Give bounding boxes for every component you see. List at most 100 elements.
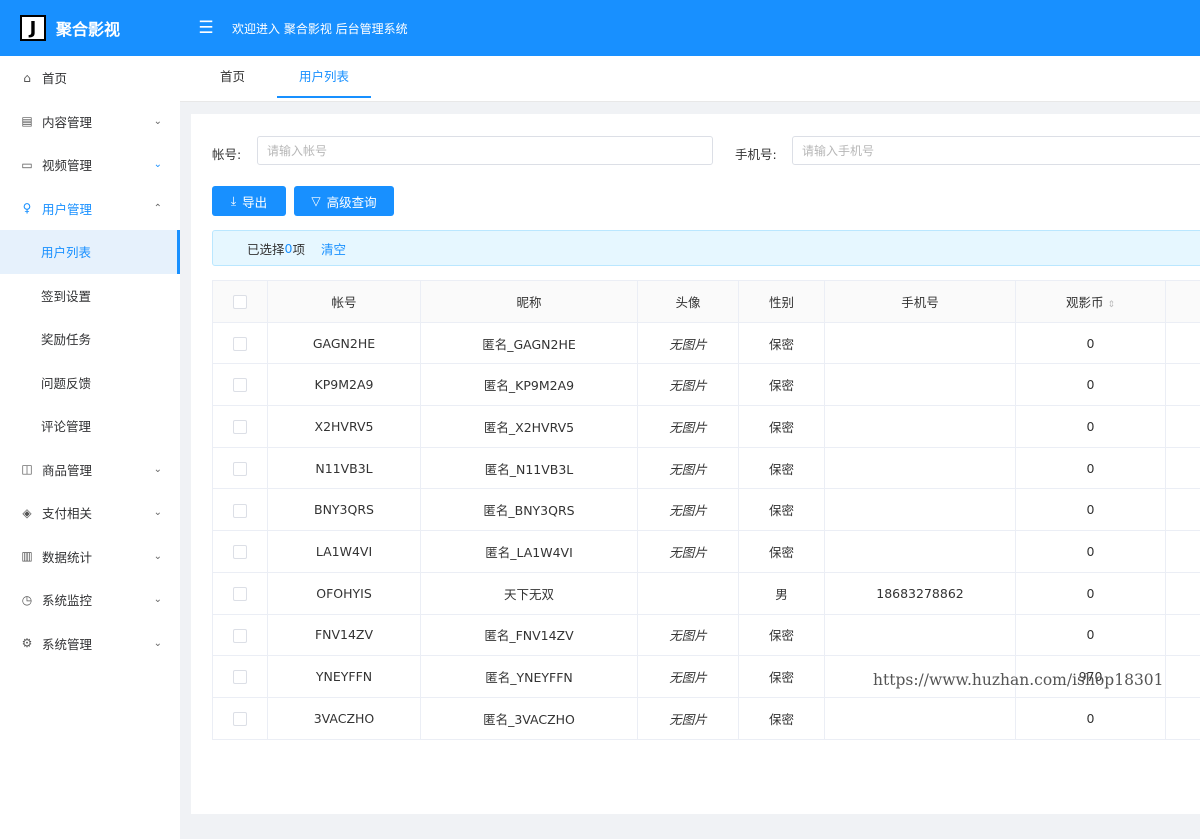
- sidebar-item-payment[interactable]: ◈ 支付相关 ⌄: [0, 491, 180, 535]
- table-header-row: 帐号 昵称 头像 性别 手机号 观影币 ⇕: [212, 280, 1200, 323]
- watermark: https://www.huzhan.com/ishop18301: [873, 671, 1164, 689]
- row-select-cell: [212, 363, 268, 407]
- advanced-query-button[interactable]: ▽ 高级查询: [294, 186, 394, 216]
- export-button-label: 导出: [242, 194, 268, 210]
- cell-avatar: 无图片: [637, 530, 739, 573]
- main-panel: 帐号: 手机号: ⤓ 导出 ▽ 高级查询 已选择 0 项 清空 帐号 昵称 头像…: [191, 114, 1200, 814]
- cell-extra: [1165, 488, 1200, 532]
- video-icon: ▭: [21, 157, 33, 172]
- chevron-down-icon: ⌄: [153, 115, 162, 127]
- cell-phone: [824, 530, 1016, 573]
- table-row: BNY3QRS 匿名_BNY3QRS 无图片 保密 0: [212, 488, 1200, 532]
- cell-nickname: 匿名_FNV14ZV: [420, 613, 638, 657]
- row-checkbox[interactable]: [233, 420, 247, 435]
- row-checkbox[interactable]: [233, 711, 247, 726]
- cell-nickname: 匿名_BNY3QRS: [420, 488, 638, 532]
- sidebar-subitem-comments[interactable]: 评论管理: [0, 404, 180, 448]
- select-all-checkbox[interactable]: [233, 295, 247, 310]
- chevron-down-icon: ⌄: [153, 637, 162, 649]
- account-input[interactable]: [257, 136, 713, 165]
- row-checkbox[interactable]: [233, 378, 247, 393]
- row-checkbox[interactable]: [233, 545, 247, 560]
- cell-avatar: 无图片: [637, 321, 739, 365]
- clear-selection-link[interactable]: 清空: [321, 239, 346, 258]
- welcome-text: 欢迎进入 聚合影视 后台管理系统: [232, 21, 408, 36]
- sidebar-item-users[interactable]: ♀ 用户管理 ⌃: [0, 187, 180, 231]
- cell-coins: 0: [1015, 446, 1166, 490]
- row-select-cell: [212, 655, 268, 698]
- cell-extra: [1165, 405, 1200, 448]
- menu-toggle-icon[interactable]: ☰: [196, 18, 216, 38]
- sidebar-item-video[interactable]: ▭ 视频管理 ⌄: [0, 143, 180, 187]
- row-checkbox[interactable]: [233, 628, 247, 643]
- sidebar-subitem-checkin-settings[interactable]: 签到设置: [0, 274, 180, 318]
- cell-gender: 保密: [738, 363, 825, 407]
- row-checkbox[interactable]: [233, 336, 247, 351]
- chevron-up-icon: ⌃: [153, 202, 162, 214]
- cell-extra: [1165, 321, 1200, 365]
- selection-count: 0: [284, 240, 293, 256]
- cell-phone: [824, 446, 1016, 490]
- cell-phone: [824, 321, 1016, 365]
- row-checkbox[interactable]: [233, 503, 247, 518]
- chevron-down-icon: ⌄: [153, 463, 162, 475]
- brand-name: 聚合影视: [56, 20, 121, 39]
- sidebar-item-label: 系统管理: [42, 636, 93, 652]
- cell-gender: 保密: [738, 321, 825, 365]
- cell-account: 3VACZHO: [267, 696, 421, 740]
- table-row: KP9M2A9 匿名_KP9M2A9 无图片 保密 0: [212, 363, 1200, 407]
- sidebar-item-content[interactable]: ▤ 内容管理 ⌄: [0, 100, 180, 144]
- column-header-phone: 手机号: [824, 280, 1016, 323]
- sidebar-item-home[interactable]: ⌂ 首页: [0, 56, 180, 100]
- table-row: GAGN2HE 匿名_GAGN2HE 无图片 保密 0: [212, 321, 1200, 365]
- phone-input[interactable]: [792, 136, 1200, 165]
- cell-extra: [1165, 363, 1200, 407]
- row-checkbox[interactable]: [233, 461, 247, 476]
- cell-coins: 0: [1015, 363, 1166, 407]
- cell-extra: [1165, 571, 1200, 615]
- cell-account: N11VB3L: [267, 446, 421, 490]
- sidebar-subitem-reward-tasks[interactable]: 奖励任务: [0, 317, 180, 361]
- column-header-extra: [1165, 280, 1200, 323]
- tab-user-list[interactable]: 用户列表: [277, 56, 372, 98]
- export-button[interactable]: ⤓ 导出: [212, 186, 286, 216]
- sidebar-subitem-feedback[interactable]: 问题反馈: [0, 361, 180, 405]
- row-checkbox[interactable]: [233, 586, 247, 601]
- sort-icon[interactable]: ⇕: [1107, 300, 1115, 310]
- selection-prefix: 已选择: [247, 241, 285, 257]
- cell-nickname: 匿名_KP9M2A9: [420, 363, 638, 407]
- sidebar-item-products[interactable]: ◫ 商品管理 ⌄: [0, 448, 180, 492]
- cell-nickname: 匿名_N11VB3L: [420, 446, 638, 490]
- cell-coins: 0: [1015, 571, 1166, 615]
- sidebar-subitem-user-list[interactable]: 用户列表: [0, 230, 180, 274]
- brand[interactable]: J 聚合影视: [0, 0, 180, 56]
- document-icon: ▤: [21, 114, 33, 129]
- cell-gender: 男: [738, 571, 825, 615]
- column-header-avatar: 头像: [637, 280, 739, 323]
- cell-extra: [1165, 613, 1200, 657]
- sidebar-item-monitoring[interactable]: ◷ 系统监控 ⌄: [0, 578, 180, 622]
- cell-gender: 保密: [738, 530, 825, 573]
- tab-home[interactable]: 首页: [220, 56, 245, 98]
- cell-gender: 保密: [738, 613, 825, 657]
- cell-account: LA1W4VI: [267, 530, 421, 573]
- clock-icon: ◷: [21, 592, 33, 607]
- column-header-account: 帐号: [267, 280, 421, 323]
- cell-phone: [824, 613, 1016, 657]
- cell-gender: 保密: [738, 405, 825, 448]
- selection-suffix: 项: [292, 241, 305, 257]
- column-header-coins[interactable]: 观影币 ⇕: [1015, 280, 1166, 323]
- column-header-gender: 性别: [738, 280, 825, 323]
- cell-coins: 0: [1015, 696, 1166, 740]
- row-select-cell: [212, 488, 268, 532]
- cell-coins: 0: [1015, 530, 1166, 573]
- sidebar-item-statistics[interactable]: ▥ 数据统计 ⌄: [0, 535, 180, 579]
- cell-avatar: [637, 571, 739, 615]
- cell-gender: 保密: [738, 655, 825, 698]
- cell-account: X2HVRV5: [267, 405, 421, 448]
- sidebar-item-label: 首页: [42, 71, 68, 87]
- cell-avatar: 无图片: [637, 488, 739, 532]
- sidebar-item-system[interactable]: ⚙ 系统管理 ⌄: [0, 622, 180, 666]
- chevron-down-icon: ⌄: [153, 159, 162, 171]
- row-checkbox[interactable]: [233, 670, 247, 685]
